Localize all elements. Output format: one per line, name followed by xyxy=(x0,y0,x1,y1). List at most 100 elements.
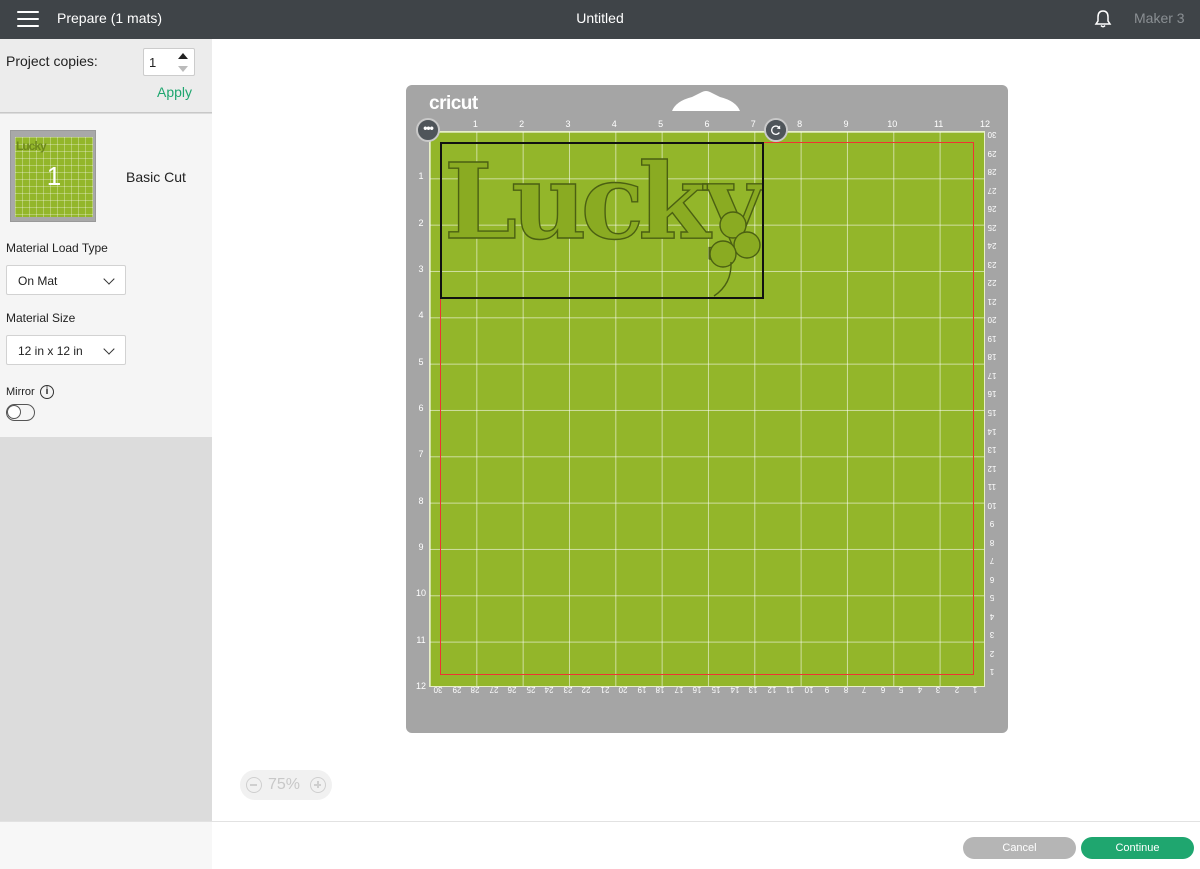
top-ruler-label: 5 xyxy=(658,119,664,129)
right-ruler-label: 26 xyxy=(987,204,997,214)
bottom-ruler-label: 30 xyxy=(433,685,443,694)
design-lucky-shape: Lucky xyxy=(443,139,774,297)
right-ruler-label: 15 xyxy=(987,408,997,417)
material-load-type-value: On Mat xyxy=(18,274,58,288)
rotate-icon[interactable] xyxy=(764,118,788,142)
top-ruler-label: 6 xyxy=(704,119,710,129)
continue-button[interactable]: Continue xyxy=(1081,837,1194,859)
left-ruler-label: 1 xyxy=(418,171,424,182)
right-ruler-label: 13 xyxy=(987,445,997,455)
left-panel: Project copies: 1 Apply Lucky 1 Basic Cu… xyxy=(0,39,212,821)
chevron-down-icon xyxy=(103,273,115,285)
design-lucky-selection[interactable]: Lucky xyxy=(440,139,774,299)
bottom-ruler-label: 21 xyxy=(600,685,610,694)
bottom-ruler-label: 11 xyxy=(785,685,795,694)
material-size-dropdown[interactable]: 12 in x 12 in xyxy=(6,335,126,365)
decrement-arrow-icon[interactable] xyxy=(178,66,188,72)
toggle-knob xyxy=(7,405,21,419)
left-ruler-label: 7 xyxy=(418,449,424,460)
right-ruler-label: 17 xyxy=(987,370,997,380)
top-ruler-label: 4 xyxy=(611,119,617,129)
bottom-ruler-label: 4 xyxy=(917,685,923,694)
info-icon[interactable]: i xyxy=(40,385,54,399)
right-ruler-label: 5 xyxy=(989,593,995,603)
zoom-in-icon[interactable] xyxy=(310,777,326,793)
right-ruler-label: 22 xyxy=(987,278,997,288)
bottom-ruler-label: 23 xyxy=(563,685,573,694)
left-ruler-label: 5 xyxy=(418,356,424,367)
machine-selector[interactable]: Maker 3 xyxy=(1134,10,1185,26)
bottom-ruler-label: 15 xyxy=(711,685,721,694)
mirror-toggle[interactable] xyxy=(6,404,35,421)
project-copies-value[interactable]: 1 xyxy=(149,55,156,70)
increment-arrow-icon[interactable] xyxy=(178,53,188,59)
top-ruler-label: 11 xyxy=(933,119,944,129)
project-copies-label: Project copies: xyxy=(6,53,98,69)
cancel-button[interactable]: Cancel xyxy=(963,837,1076,859)
right-ruler-label: 2 xyxy=(989,648,995,658)
mirror-label: Mirror xyxy=(6,386,35,398)
top-bar: Prepare (1 mats) Untitled Maker 3 xyxy=(0,0,1200,39)
left-ruler-label: 2 xyxy=(418,217,424,228)
material-load-type-dropdown[interactable]: On Mat xyxy=(6,265,126,295)
bottom-ruler-label: 24 xyxy=(544,685,554,694)
bottom-ruler-label: 16 xyxy=(693,685,702,694)
zoom-out-icon[interactable] xyxy=(246,777,262,793)
bottom-ruler-label: 6 xyxy=(880,685,886,694)
mat-number: 1 xyxy=(46,161,62,191)
mat-name: Basic Cut xyxy=(126,169,186,185)
left-ruler-label: 10 xyxy=(415,588,426,599)
bottom-ruler-label: 3 xyxy=(936,685,941,694)
chevron-down-icon xyxy=(103,343,115,355)
bell-icon[interactable] xyxy=(1094,9,1112,29)
bottom-ruler-label: 17 xyxy=(674,685,684,694)
right-ruler-label: 1 xyxy=(989,667,995,677)
bottom-ruler-label: 20 xyxy=(618,685,628,694)
bottom-ruler-label: 1 xyxy=(973,685,978,694)
left-ruler-label: 8 xyxy=(418,495,424,506)
material-size-label: Material Size xyxy=(6,311,76,325)
top-ruler-label: 9 xyxy=(843,119,849,129)
right-ruler-label: 20 xyxy=(987,315,997,325)
right-ruler-label: 16 xyxy=(987,389,997,399)
right-ruler-label: 3 xyxy=(989,630,995,640)
mat-thumbnail[interactable]: Lucky 1 xyxy=(10,130,96,222)
bottom-bar-left xyxy=(0,822,212,869)
right-ruler-label: 28 xyxy=(987,167,997,177)
menu-icon[interactable] xyxy=(17,11,39,27)
top-ruler-label: 1 xyxy=(472,119,478,129)
zoom-control: 75% xyxy=(240,770,332,800)
right-ruler-label: 8 xyxy=(989,537,995,547)
top-ruler-label: 2 xyxy=(519,119,525,129)
bottom-ruler-label: 7 xyxy=(862,685,867,694)
top-ruler-label: 10 xyxy=(887,119,898,129)
material-size-value: 12 in x 12 in xyxy=(18,344,83,358)
right-ruler-label: 23 xyxy=(987,259,997,269)
project-copies-stepper[interactable]: 1 xyxy=(143,48,195,76)
right-ruler-label: 25 xyxy=(987,222,997,232)
mat-thumbnail-design: Lucky xyxy=(16,139,47,153)
top-ruler-label: 3 xyxy=(565,119,571,129)
left-ruler-label: 4 xyxy=(418,310,424,321)
bottom-ruler-label: 10 xyxy=(804,685,814,694)
right-ruler-label: 14 xyxy=(987,426,997,436)
bottom-ruler-label: 2 xyxy=(954,685,960,694)
right-ruler-label: 24 xyxy=(987,241,997,251)
bottom-ruler-label: 18 xyxy=(655,685,665,694)
bottom-ruler-label: 8 xyxy=(843,685,848,694)
left-ruler-label: 9 xyxy=(418,541,424,552)
left-ruler-label: 12 xyxy=(415,680,426,691)
left-ruler-label: 3 xyxy=(418,263,424,274)
right-ruler-label: 12 xyxy=(987,463,997,473)
right-ruler-label: 19 xyxy=(987,333,997,343)
right-ruler-label: 18 xyxy=(987,352,997,362)
right-ruler-label: 11 xyxy=(987,482,997,492)
prepare-title: Prepare (1 mats) xyxy=(57,10,163,26)
more-options-button[interactable]: ••• xyxy=(416,118,440,142)
right-ruler-label: 27 xyxy=(987,185,997,195)
right-ruler-label: 7 xyxy=(989,556,995,566)
left-ruler-label: 11 xyxy=(416,634,426,645)
left-ruler-label: 6 xyxy=(418,402,424,413)
apply-button[interactable]: Apply xyxy=(157,84,192,100)
bottom-ruler-label: 27 xyxy=(489,685,499,694)
